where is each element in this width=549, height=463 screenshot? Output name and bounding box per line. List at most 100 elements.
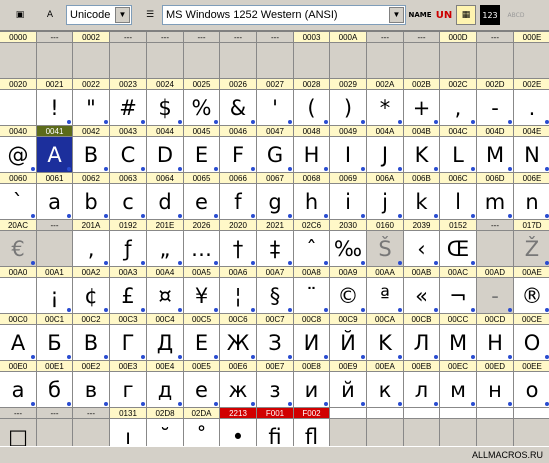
char-cell[interactable]: л bbox=[404, 372, 440, 408]
char-cell[interactable]: ¤ bbox=[147, 278, 184, 314]
char-cell[interactable]: … bbox=[184, 231, 220, 267]
char-cell[interactable]: ¬ bbox=[440, 278, 477, 314]
char-cell[interactable]: - bbox=[477, 90, 514, 126]
char-cell[interactable] bbox=[0, 90, 37, 126]
char-cell[interactable]: * bbox=[367, 90, 404, 126]
char-cell[interactable]: B bbox=[73, 325, 110, 361]
char-cell[interactable] bbox=[37, 43, 73, 79]
char-cell[interactable]: Д bbox=[147, 325, 184, 361]
char-cell[interactable]: ƒ bbox=[110, 231, 147, 267]
char-cell[interactable]: ‚ bbox=[73, 231, 110, 267]
char-cell[interactable]: © bbox=[330, 278, 367, 314]
encoding-select[interactable]: MS Windows 1252 Western (ANSI) ▼ bbox=[162, 5, 406, 25]
char-cell[interactable]: l bbox=[440, 184, 477, 220]
char-cell[interactable]: Ж bbox=[220, 325, 257, 361]
char-cell[interactable]: & bbox=[220, 90, 257, 126]
char-cell[interactable]: . bbox=[514, 90, 549, 126]
char-cell[interactable] bbox=[404, 43, 440, 79]
char-cell[interactable]: й bbox=[330, 372, 367, 408]
char-cell[interactable]: « bbox=[404, 278, 440, 314]
char-cell[interactable]: ‹ bbox=[404, 231, 440, 267]
char-cell[interactable]: h bbox=[294, 184, 330, 220]
char-cell[interactable]: г bbox=[110, 372, 147, 408]
char-cell[interactable] bbox=[294, 43, 330, 79]
char-cell[interactable]: D bbox=[147, 137, 184, 173]
char-cell[interactable]: ¦ bbox=[220, 278, 257, 314]
char-cell[interactable]: m bbox=[477, 184, 514, 220]
font-info-icon[interactable]: ▣ bbox=[10, 5, 30, 25]
char-cell[interactable] bbox=[367, 43, 404, 79]
char-cell[interactable]: @ bbox=[0, 137, 37, 173]
char-cell[interactable] bbox=[0, 43, 37, 79]
abcd-button[interactable]: ABCD bbox=[506, 5, 526, 25]
char-cell[interactable]: J bbox=[367, 137, 404, 173]
char-cell[interactable]: K bbox=[367, 325, 404, 361]
char-cell[interactable] bbox=[37, 231, 73, 267]
char-cell[interactable]: ˆ bbox=[294, 231, 330, 267]
encoding-list-icon[interactable]: ☰ bbox=[140, 5, 160, 25]
char-cell[interactable] bbox=[0, 278, 37, 314]
char-cell[interactable] bbox=[147, 43, 184, 79]
char-cell[interactable]: ( bbox=[294, 90, 330, 126]
char-cell[interactable]: H bbox=[477, 325, 514, 361]
char-cell[interactable]: ® bbox=[514, 278, 549, 314]
char-cell[interactable]: б bbox=[37, 372, 73, 408]
char-cell[interactable]: " bbox=[73, 90, 110, 126]
char-cell[interactable]: Š bbox=[367, 231, 404, 267]
char-cell[interactable]: N bbox=[514, 137, 549, 173]
char-cell[interactable]: „ bbox=[147, 231, 184, 267]
char-cell[interactable]: C bbox=[110, 137, 147, 173]
char-cell[interactable]: Œ bbox=[440, 231, 477, 267]
char-cell[interactable]: n bbox=[514, 184, 549, 220]
char-cell[interactable]: Ž bbox=[514, 231, 549, 267]
char-cell[interactable] bbox=[220, 43, 257, 79]
un-button[interactable]: UN bbox=[434, 5, 454, 25]
char-cell[interactable]: ж bbox=[220, 372, 257, 408]
codes-button[interactable]: 123 bbox=[480, 5, 500, 25]
char-cell[interactable]: ' bbox=[257, 90, 294, 126]
char-cell[interactable]: + bbox=[404, 90, 440, 126]
char-cell[interactable] bbox=[184, 43, 220, 79]
char-cell[interactable]: и bbox=[294, 372, 330, 408]
char-cell[interactable]: Й bbox=[330, 325, 367, 361]
char-cell[interactable]: L bbox=[440, 137, 477, 173]
char-cell[interactable]: € bbox=[0, 231, 37, 267]
char-cell[interactable]: e bbox=[184, 372, 220, 408]
char-cell[interactable]: Г bbox=[110, 325, 147, 361]
char-cell[interactable]: G bbox=[257, 137, 294, 173]
table-view-button[interactable]: ▦ bbox=[456, 5, 476, 25]
char-cell[interactable]: § bbox=[257, 278, 294, 314]
char-cell[interactable] bbox=[110, 43, 147, 79]
char-cell[interactable]: З bbox=[257, 325, 294, 361]
char-cell[interactable]: b bbox=[73, 184, 110, 220]
char-cell[interactable]: £ bbox=[110, 278, 147, 314]
name-button[interactable]: NAME bbox=[408, 5, 431, 25]
char-cell[interactable]: ‰ bbox=[330, 231, 367, 267]
char-cell[interactable]: B bbox=[73, 137, 110, 173]
char-cell[interactable]: M bbox=[440, 325, 477, 361]
char-cell[interactable]: ¥ bbox=[184, 278, 220, 314]
char-cell[interactable] bbox=[514, 43, 549, 79]
chevron-down-icon[interactable]: ▼ bbox=[389, 7, 404, 23]
char-cell[interactable]: ¨ bbox=[294, 278, 330, 314]
char-cell[interactable]: I bbox=[330, 137, 367, 173]
char-cell[interactable] bbox=[257, 43, 294, 79]
char-cell[interactable]: # bbox=[110, 90, 147, 126]
char-cell[interactable]: ¢ bbox=[73, 278, 110, 314]
char-cell[interactable]: ª bbox=[367, 278, 404, 314]
char-cell[interactable]: И bbox=[294, 325, 330, 361]
chevron-down-icon[interactable]: ▼ bbox=[115, 7, 130, 23]
char-cell[interactable]: O bbox=[514, 325, 549, 361]
char-cell[interactable]: a bbox=[0, 372, 37, 408]
char-cell[interactable]: ! bbox=[37, 90, 73, 126]
char-cell[interactable]: † bbox=[220, 231, 257, 267]
char-cell[interactable]: F bbox=[220, 137, 257, 173]
char-cell[interactable]: з bbox=[257, 372, 294, 408]
char-cell[interactable]: ) bbox=[330, 90, 367, 126]
char-cell[interactable]: ` bbox=[0, 184, 37, 220]
char-cell[interactable]: g bbox=[257, 184, 294, 220]
char-cell[interactable]: M bbox=[477, 137, 514, 173]
char-cell[interactable]: ¡ bbox=[37, 278, 73, 314]
char-cell[interactable]: д bbox=[147, 372, 184, 408]
char-cell[interactable]: Л bbox=[404, 325, 440, 361]
